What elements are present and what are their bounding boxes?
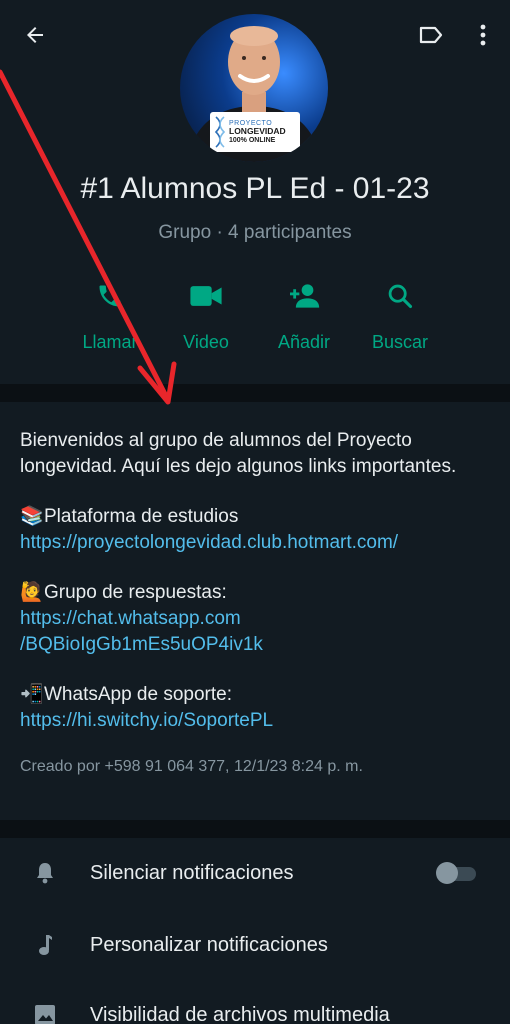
mute-notifications-row[interactable]: Silenciar notificaciones [0,838,510,908]
videocam-icon [190,286,222,306]
custom-notifications-label: Personalizar notificaciones [90,933,328,956]
mobile-arrow-emoji: 📲 [20,684,44,705]
custom-notifications-row[interactable]: Personalizar notificaciones [0,910,510,980]
more-options-button[interactable] [470,18,496,52]
add-person-icon [290,284,320,308]
add-participant-button[interactable]: Añadir [254,276,354,366]
section-divider [0,384,510,402]
video-button[interactable]: Video [156,276,256,366]
answers-link-line2[interactable]: /BQBioIgGb1mEs5uOP4iv1k [20,632,490,658]
logo-line3: 100% ONLINE [229,137,276,145]
music-note-icon [39,935,52,955]
action-bar: Llamar Video Añadir Buscar [0,276,510,366]
phone-icon [99,285,121,307]
group-avatar[interactable]: PROYECTO LONGEVIDAD 100% ONLINE [180,14,328,162]
answers-link-line1[interactable]: https://chat.whatsapp.com [20,606,490,632]
call-label: Llamar [82,332,138,352]
support-link[interactable]: https://hi.switchy.io/SoportePL [20,708,490,734]
description-intro: Bienvenidos al grupo de alumnos del Proy… [20,430,457,477]
label-button[interactable] [414,20,448,50]
add-label: Añadir [277,332,331,352]
logo-line2: LONGEVIDAD [229,125,286,136]
back-button[interactable] [18,18,52,52]
mute-notifications-label: Silenciar notificaciones [90,861,294,884]
books-emoji: 📚 [20,506,44,527]
toggle-knob [436,862,458,884]
group-title: #1 Alumnos PL Ed - 01-23 [80,172,430,205]
section-divider [0,820,510,838]
media-visibility-label: Visibilidad de archivos multimedia [90,1003,390,1024]
raising-hand-emoji: 🙋 [20,582,44,603]
image-icon [35,1005,55,1024]
group-subtitle[interactable]: Grupo · 4 participantes [0,222,510,244]
call-button[interactable]: Llamar [60,276,160,366]
group-info-header: PROYECTO LONGEVIDAD 100% ONLINE #1 Alumn… [0,0,510,384]
description-item-platform: 📚Plataforma de estudios https://proyecto… [20,504,490,556]
description-item-answers: 🙋Grupo de respuestas: https://chat.whats… [20,580,490,658]
description-item-support: 📲WhatsApp de soporte: https://hi.switchy… [20,682,490,734]
more-vert-icon [480,24,486,46]
group-description: Bienvenidos al grupo de alumnos del Proy… [0,402,510,820]
answers-label: Grupo de respuestas: [44,582,227,603]
arrow-back-icon [27,27,43,43]
platform-label: Plataforma de estudios [44,506,239,527]
video-label: Video [183,332,229,352]
search-label: Buscar [371,332,429,352]
proyecto-longevidad-logo: PROYECTO LONGEVIDAD 100% ONLINE [210,112,300,152]
bell-icon [37,863,53,884]
created-by-text: Creado por +598 91 064 377, 12/1/23 8:24… [20,758,363,775]
dna-icon [214,116,226,148]
media-visibility-row[interactable]: Visibilidad de archivos multimedia [0,980,510,1024]
search-button[interactable]: Buscar [350,276,450,366]
mute-toggle[interactable] [436,862,476,884]
support-label: WhatsApp de soporte: [44,684,232,705]
platform-link[interactable]: https://proyectolongevidad.club.hotmart.… [20,530,490,556]
search-icon [388,284,413,309]
notification-settings: Silenciar notificaciones Personalizar no… [0,838,510,1024]
label-tag-icon [419,26,443,44]
